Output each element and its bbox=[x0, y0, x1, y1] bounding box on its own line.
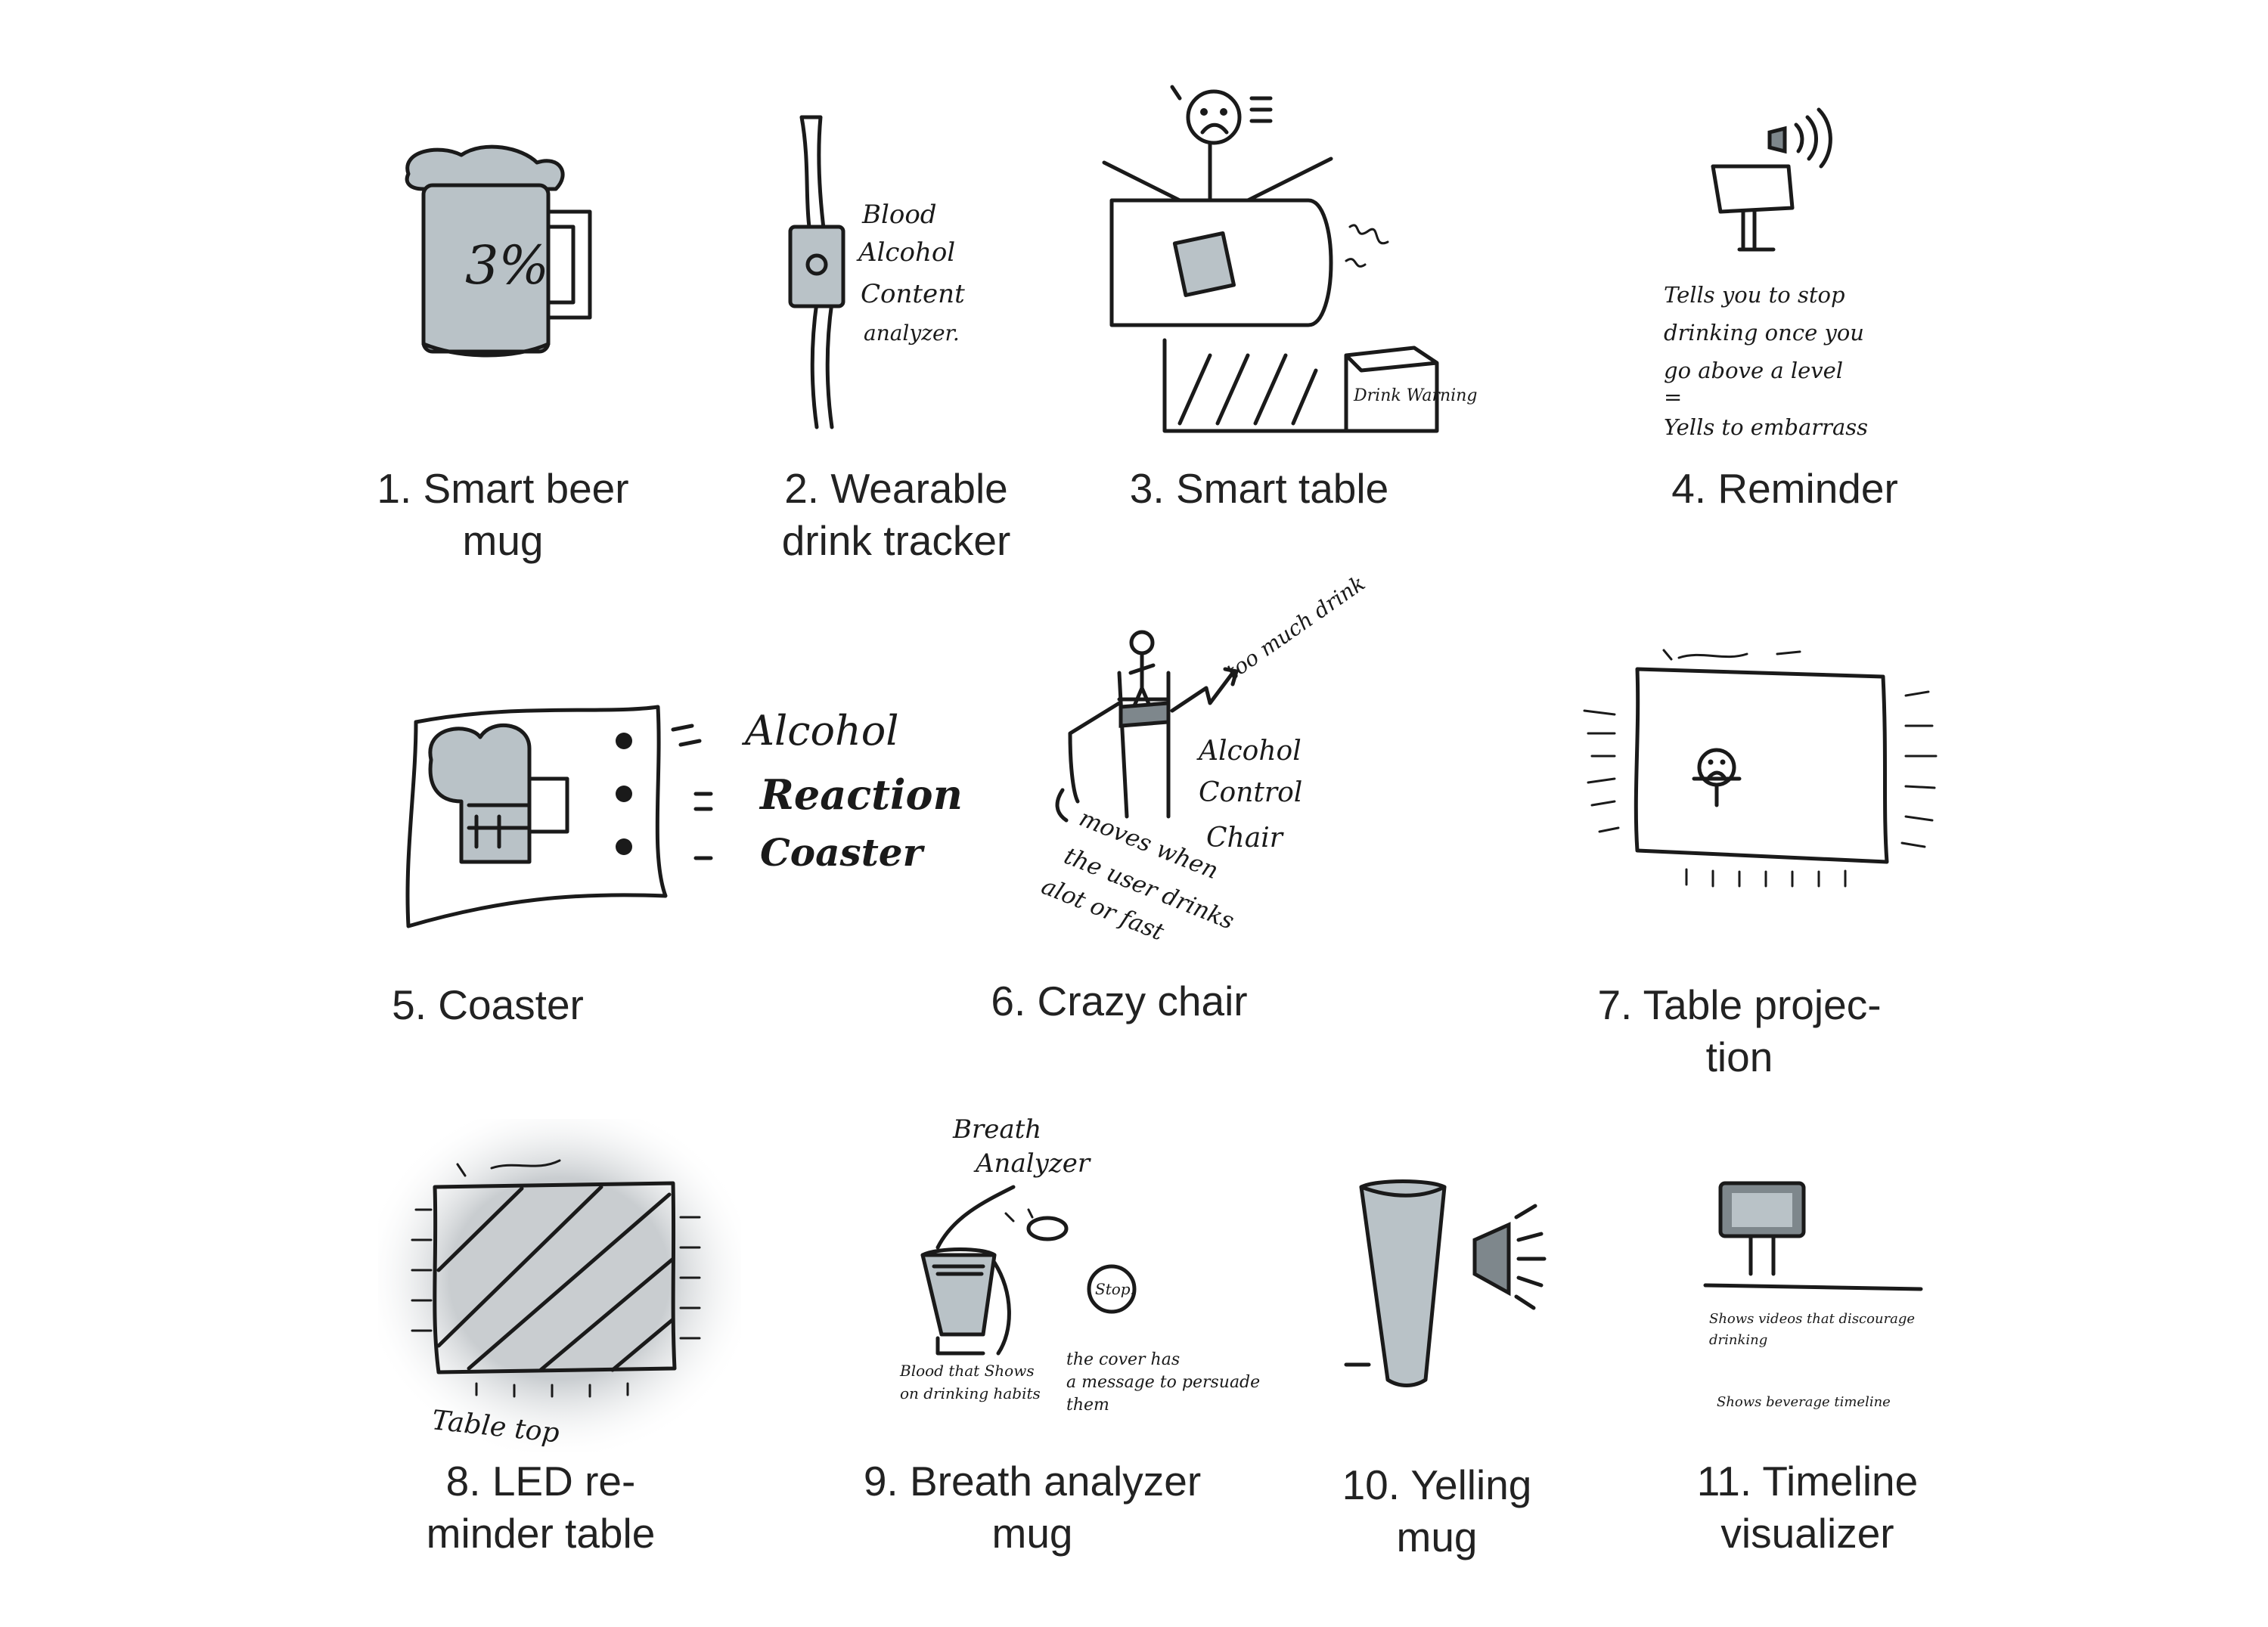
svg-text:on drinking habits: on drinking habits bbox=[900, 1384, 1041, 1402]
svg-text:Stop!: Stop! bbox=[1095, 1280, 1137, 1298]
speaker-icon-2 bbox=[1472, 1222, 1511, 1297]
svg-text:Yells to embarrass: Yells to embarrass bbox=[1664, 414, 1868, 440]
svg-text:a message to persuade: a message to persuade bbox=[1066, 1373, 1260, 1392]
svg-text:drinking once you: drinking once you bbox=[1664, 320, 1864, 346]
caption-6: 6. Crazy chair bbox=[991, 978, 1248, 1024]
sketch-reminder: Tells you to stop drinking once you go a… bbox=[1649, 83, 1906, 461]
tracker-device bbox=[788, 225, 845, 308]
sketch-crazy-chair: too much drink Alcohol Control Chair mov… bbox=[1006, 571, 1399, 953]
caption-2: 2. Wearable drink tracker bbox=[781, 465, 1011, 564]
svg-text:Drink Warning: Drink Warning bbox=[1353, 386, 1477, 405]
svg-text:Analyzer: Analyzer bbox=[973, 1148, 1091, 1179]
caption-3: 3. Smart table bbox=[1129, 465, 1389, 512]
projection-table bbox=[1634, 667, 1889, 864]
caption-5: 5. Coaster bbox=[392, 981, 584, 1028]
yelling-mug-body bbox=[1359, 1179, 1447, 1387]
svg-text:Chair: Chair bbox=[1206, 823, 1284, 854]
svg-text:analyzer.: analyzer. bbox=[864, 321, 960, 346]
svg-text:the cover has: the cover has bbox=[1066, 1350, 1180, 1369]
svg-text:drinking: drinking bbox=[1709, 1332, 1767, 1348]
person-head bbox=[1129, 630, 1155, 655]
caption-7: 7. Table projec- tion bbox=[1597, 981, 1882, 1080]
svg-text:=: = bbox=[1664, 384, 1682, 410]
sketch-led-reminder-table: Table top bbox=[378, 1119, 741, 1452]
caption-8: 8. LED re- minder table bbox=[426, 1458, 656, 1557]
led-glow bbox=[378, 1119, 741, 1452]
sketch-coaster: Alcohol Reaction Coaster bbox=[378, 665, 963, 937]
caption-9: 9. Breath analyzer mug bbox=[863, 1458, 1202, 1557]
svg-text:go above a level: go above a level bbox=[1664, 358, 1843, 383]
sketch-table-projection bbox=[1581, 643, 1944, 915]
mug-level-text: 3% bbox=[465, 234, 549, 296]
coaster-mug-icon bbox=[428, 724, 532, 864]
caption-4: 4. Reminder bbox=[1671, 465, 1898, 512]
mug-foam bbox=[405, 144, 565, 191]
svg-text:Reaction: Reaction bbox=[759, 770, 963, 819]
caption-11: 11. Timeline visualizer bbox=[1696, 1458, 1919, 1557]
sad-face-icon bbox=[1186, 89, 1242, 145]
svg-text:Alcohol: Alcohol bbox=[741, 707, 899, 755]
svg-text:Alcohol: Alcohol bbox=[856, 237, 955, 268]
speaker-icon bbox=[1767, 126, 1787, 154]
svg-text:Alcohol: Alcohol bbox=[1196, 736, 1302, 767]
svg-text:Blood that Shows: Blood that Shows bbox=[899, 1362, 1035, 1380]
svg-text:Breath: Breath bbox=[952, 1114, 1041, 1145]
caption-10: 10. Yelling mug bbox=[1342, 1461, 1532, 1560]
sketch-breath-analyzer-mug: Breath Analyzer Stop! Blood that Shows o… bbox=[892, 1104, 1271, 1429]
sketch-wearable-tracker: Blood Alcohol Content analyzer. bbox=[779, 113, 1006, 431]
breath-cover bbox=[1026, 1216, 1069, 1241]
sketch-timeline-visualizer: Shows videos that discourage drinking Sh… bbox=[1702, 1164, 1944, 1436]
reminder-screen bbox=[1711, 164, 1795, 214]
chair-frame bbox=[1068, 671, 1171, 819]
svg-text:Control: Control bbox=[1199, 777, 1302, 808]
sketch-yelling-mug bbox=[1344, 1179, 1558, 1399]
caption-1: 1. Smart beer mug bbox=[377, 465, 629, 564]
mug-handle bbox=[546, 209, 592, 320]
svg-text:Tells you to stop: Tells you to stop bbox=[1664, 282, 1845, 308]
svg-text:them: them bbox=[1066, 1396, 1109, 1415]
svg-text:Shows videos that discourage: Shows videos that discourage bbox=[1709, 1311, 1915, 1327]
svg-text:Blood: Blood bbox=[861, 200, 937, 230]
sketch-smart-table: Drink Warning bbox=[1089, 76, 1477, 439]
svg-text:Shows beverage timeline: Shows beverage timeline bbox=[1717, 1394, 1891, 1410]
svg-text:Content: Content bbox=[861, 279, 965, 309]
svg-text:too much drink: too much drink bbox=[1221, 571, 1370, 685]
sketch-smart-beer-mug: 3% bbox=[393, 144, 605, 370]
svg-text:Coaster: Coaster bbox=[760, 830, 926, 875]
